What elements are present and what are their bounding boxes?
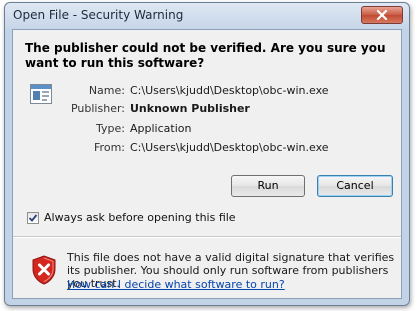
type-label: Type: bbox=[96, 122, 125, 135]
help-link[interactable]: How can I decide what software to run? bbox=[67, 278, 285, 291]
checkmark-icon bbox=[28, 214, 38, 222]
dialog-body: The publisher could not be verified. Are… bbox=[12, 29, 402, 299]
shield-error-icon bbox=[32, 255, 56, 285]
from-value: C:\Users\kjudd\Desktop\obc-win.exe bbox=[130, 141, 329, 154]
window-title: Open File - Security Warning bbox=[13, 8, 184, 22]
always-ask-checkbox[interactable] bbox=[27, 212, 39, 224]
close-button[interactable] bbox=[361, 6, 403, 24]
name-value: C:\Users\kjudd\Desktop\obc-win.exe bbox=[130, 84, 329, 97]
always-ask-label: Always ask before opening this file bbox=[44, 211, 236, 224]
type-value: Application bbox=[130, 122, 192, 135]
publisher-value: Unknown Publisher bbox=[130, 102, 250, 115]
from-label: From: bbox=[94, 141, 125, 154]
close-icon bbox=[376, 10, 388, 20]
run-button[interactable]: Run bbox=[231, 175, 305, 197]
cancel-button[interactable]: Cancel bbox=[317, 175, 393, 197]
dialog-heading: The publisher could not be verified. Are… bbox=[25, 41, 386, 70]
security-warning-window: Open File - Security Warning The publish… bbox=[4, 2, 410, 306]
name-label: Name: bbox=[88, 84, 125, 97]
title-bar[interactable]: Open File - Security Warning bbox=[5, 3, 409, 29]
warning-panel: This file does not have a valid digital … bbox=[13, 238, 401, 298]
publisher-label: Publisher: bbox=[70, 102, 125, 115]
